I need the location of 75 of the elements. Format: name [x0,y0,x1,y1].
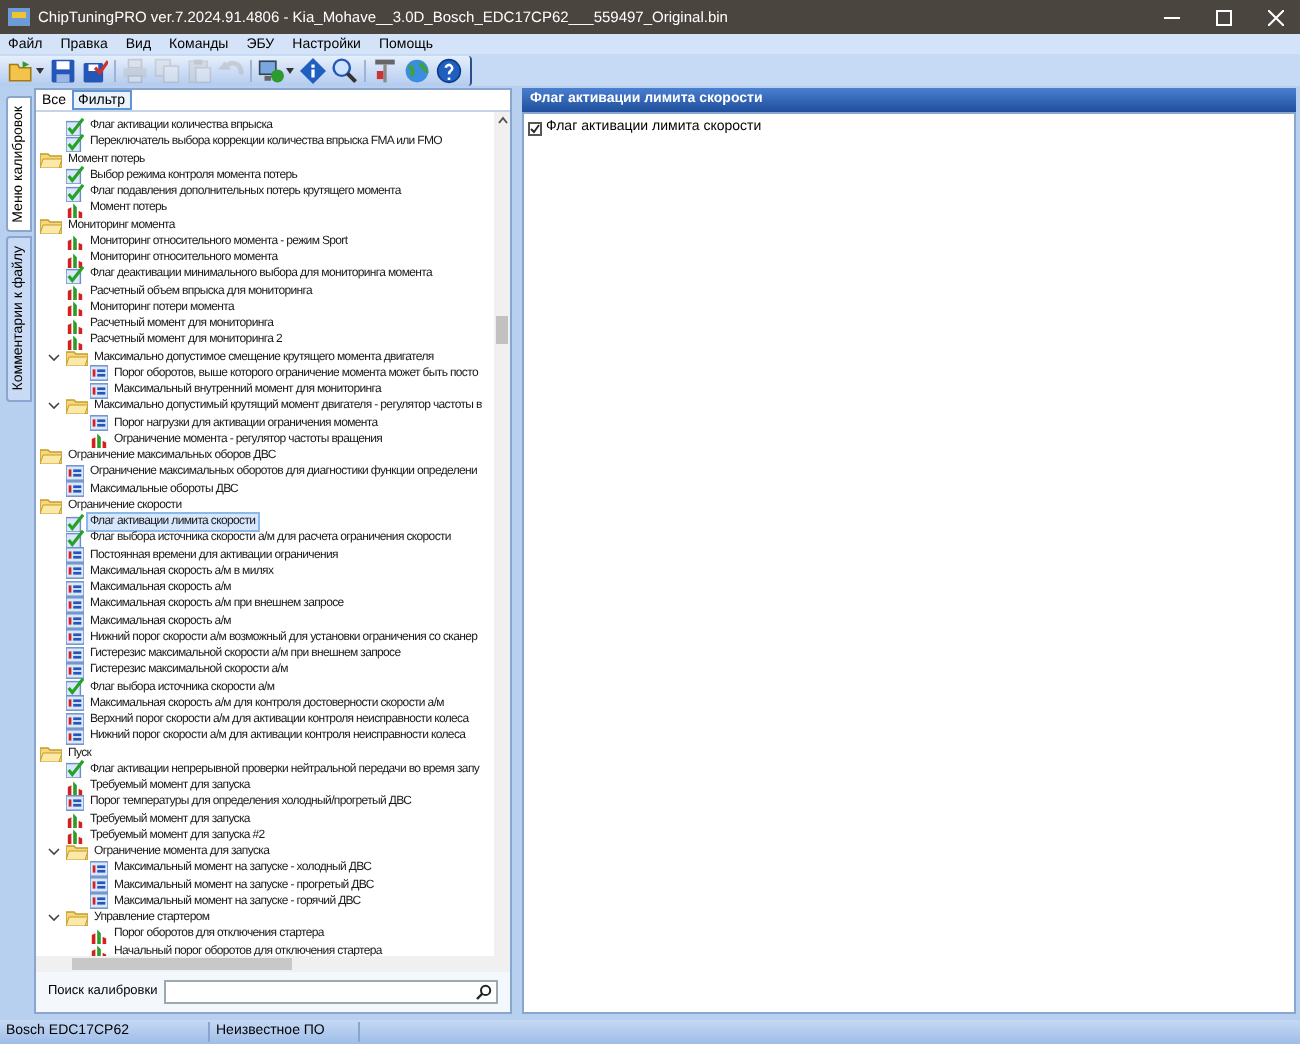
table-icon [66,793,84,812]
chart-icon [66,826,84,845]
chart-icon [66,298,84,317]
diamond-icon [300,57,326,83]
maximize-icon[interactable] [1216,9,1232,25]
toolbar-button[interactable] [50,57,76,83]
help-icon [436,57,462,83]
close-icon[interactable] [1268,9,1284,25]
toolbar-button[interactable] [300,57,326,83]
globe-icon [404,57,430,83]
table-icon [66,645,84,664]
table-icon [66,661,84,680]
chart-icon [90,925,108,944]
table-icon [90,414,108,433]
table-icon [66,711,84,730]
scrollbar-thumb[interactable] [72,958,292,970]
checkbox[interactable] [528,121,542,136]
chevron-icon[interactable] [46,402,62,411]
checkmark-icon [66,166,84,185]
caret-icon [36,67,44,73]
scroll-up-icon[interactable] [497,116,507,124]
scrollbar-thumb[interactable] [496,316,508,344]
computer-icon [258,57,284,83]
table-icon [66,595,84,614]
caret-icon [286,67,294,73]
toolbar-button[interactable] [436,57,462,83]
search-field[interactable] [163,980,498,1004]
chevron-icon[interactable] [46,914,62,923]
chart-icon [66,315,84,334]
table-icon [90,892,108,911]
floppy-check-icon [82,57,108,83]
chart-icon [66,777,84,796]
chart-icon [66,249,84,268]
wrench-icon [372,57,398,83]
checkmark-icon [66,760,84,779]
app-icon [8,8,30,26]
chart-icon [66,331,84,350]
checkmark-icon [66,183,84,202]
chart-icon [66,232,84,251]
chart-icon [66,282,84,301]
clipboard-icon [186,57,212,83]
printer-icon [122,57,148,83]
toolbar-button[interactable] [332,57,358,83]
checkmark-icon [66,513,84,532]
copy-icon [154,57,180,83]
table-icon [66,628,84,647]
table-icon [66,694,84,713]
chart-icon [66,199,84,218]
horizontal-scrollbar[interactable] [36,956,510,972]
table-icon [66,562,84,581]
table-icon [90,859,108,878]
checkmark-icon [66,265,84,284]
table-icon [66,463,84,482]
table-icon [90,381,108,400]
toolbar-button[interactable] [8,57,44,83]
checkmark-icon [66,133,84,152]
chart-icon [90,430,108,449]
floppy-icon [50,57,76,83]
table-icon [66,480,84,499]
toolbar-button[interactable] [372,57,398,83]
checkmark-icon [66,117,84,136]
search-icon [476,984,492,1000]
toolbar-button[interactable] [82,57,108,83]
chart-icon [66,810,84,829]
chevron-icon[interactable] [46,848,62,857]
vertical-scrollbar[interactable] [494,112,510,956]
folder-icon [8,57,34,83]
table-icon [66,579,84,598]
chevron-icon[interactable] [46,353,62,362]
table-icon [66,727,84,746]
toolbar-button[interactable] [258,57,294,83]
table-icon [90,876,108,895]
table-icon [66,612,84,631]
table-icon [66,546,84,565]
table-icon [90,364,108,383]
